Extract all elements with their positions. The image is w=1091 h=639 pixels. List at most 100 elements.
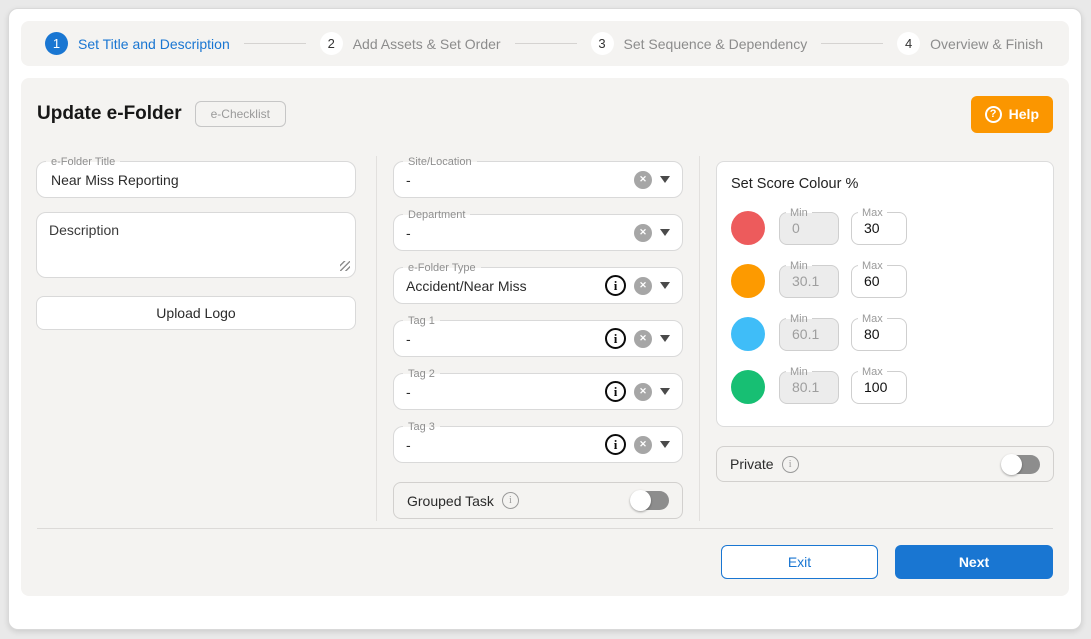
main-card: 1 Set Title and Description 2 Add Assets…: [8, 8, 1082, 630]
grouped-task-toggle[interactable]: [631, 491, 669, 510]
tag2-select[interactable]: Tag 2 - i ✕: [393, 373, 683, 410]
resize-handle-icon[interactable]: [340, 261, 350, 271]
min-input-green: [790, 378, 828, 396]
description-wrap: [36, 212, 356, 278]
min-label: Min: [786, 206, 812, 220]
chevron-down-icon[interactable]: [660, 282, 670, 289]
max-field-orange[interactable]: Max: [851, 265, 907, 298]
min-field-blue: Min: [779, 318, 839, 351]
upload-logo-button[interactable]: Upload Logo: [36, 296, 356, 330]
tag2-label: Tag 2: [403, 367, 440, 381]
chevron-down-icon[interactable]: [660, 229, 670, 236]
clear-icon[interactable]: ✕: [634, 383, 652, 401]
min-field-red: Min: [779, 212, 839, 245]
clear-icon[interactable]: ✕: [634, 330, 652, 348]
efolder-title-field[interactable]: e-Folder Title: [36, 161, 356, 198]
column-classification: Site/Location - ✕ Department - ✕: [377, 151, 699, 520]
clear-icon[interactable]: ✕: [634, 277, 652, 295]
orange-circle-icon: [731, 264, 765, 298]
clear-icon[interactable]: ✕: [634, 436, 652, 454]
step-connector: [244, 43, 306, 44]
next-button[interactable]: Next: [895, 545, 1053, 579]
min-field-green: Min: [779, 371, 839, 404]
step-2-add-assets[interactable]: 2 Add Assets & Set Order: [320, 32, 501, 55]
info-icon[interactable]: i: [605, 328, 626, 349]
toggle-knob: [630, 490, 651, 511]
max-label: Max: [858, 365, 887, 379]
score-colour-panel: Set Score Colour % Min Max: [716, 161, 1054, 427]
step-1-set-title[interactable]: 1 Set Title and Description: [45, 32, 230, 55]
tag3-select[interactable]: Tag 3 - i ✕: [393, 426, 683, 463]
chevron-down-icon[interactable]: [660, 388, 670, 395]
max-input-orange[interactable]: [862, 272, 896, 290]
step-2-label: Add Assets & Set Order: [353, 36, 501, 52]
tag1-label: Tag 1: [403, 314, 440, 328]
clear-icon[interactable]: ✕: [634, 224, 652, 242]
e-checklist-badge[interactable]: e-Checklist: [195, 101, 286, 127]
department-value: -: [406, 225, 634, 241]
max-input-green[interactable]: [862, 378, 896, 396]
min-label: Min: [786, 312, 812, 326]
max-field-blue[interactable]: Max: [851, 318, 907, 351]
tag3-value: -: [406, 437, 605, 453]
tag1-select[interactable]: Tag 1 - i ✕: [393, 320, 683, 357]
max-input-red[interactable]: [862, 219, 896, 237]
column-score-settings: Set Score Colour % Min Max: [700, 151, 1054, 520]
footer-divider: [37, 528, 1053, 529]
department-select[interactable]: Department - ✕: [393, 214, 683, 251]
step-1-number: 1: [45, 32, 68, 55]
help-button[interactable]: ? Help: [971, 96, 1053, 133]
step-connector: [821, 43, 883, 44]
min-input-red: [790, 219, 828, 237]
min-input-blue: [790, 325, 828, 343]
wizard-stepper: 1 Set Title and Description 2 Add Assets…: [21, 21, 1069, 66]
min-input-orange: [790, 272, 828, 290]
green-circle-icon: [731, 370, 765, 404]
max-field-red[interactable]: Max: [851, 212, 907, 245]
max-field-green[interactable]: Max: [851, 371, 907, 404]
info-icon[interactable]: i: [502, 492, 519, 509]
tag3-label: Tag 3: [403, 420, 440, 434]
min-label: Min: [786, 365, 812, 379]
tag1-value: -: [406, 331, 605, 347]
score-row-green: Min Max: [731, 370, 1039, 404]
site-location-label: Site/Location: [403, 155, 477, 169]
score-colour-title: Set Score Colour %: [731, 176, 1039, 192]
clear-icon[interactable]: ✕: [634, 171, 652, 189]
efolder-title-input[interactable]: [49, 171, 343, 189]
step-3-sequence[interactable]: 3 Set Sequence & Dependency: [591, 32, 808, 55]
info-icon[interactable]: i: [782, 456, 799, 473]
chevron-down-icon[interactable]: [660, 441, 670, 448]
exit-button[interactable]: Exit: [721, 545, 878, 579]
form-panel: Update e-Folder e-Checklist ? Help e-Fol…: [21, 78, 1069, 596]
toggle-knob: [1001, 454, 1022, 475]
chevron-down-icon[interactable]: [660, 176, 670, 183]
score-row-blue: Min Max: [731, 317, 1039, 351]
chevron-down-icon[interactable]: [660, 335, 670, 342]
info-icon[interactable]: i: [605, 434, 626, 455]
efolder-type-select[interactable]: e-Folder Type Accident/Near Miss i ✕: [393, 267, 683, 304]
red-circle-icon: [731, 211, 765, 245]
description-textarea[interactable]: [36, 212, 356, 278]
department-label: Department: [403, 208, 470, 222]
info-icon[interactable]: i: [605, 275, 626, 296]
max-input-blue[interactable]: [862, 325, 896, 343]
step-4-overview[interactable]: 4 Overview & Finish: [897, 32, 1043, 55]
max-label: Max: [858, 206, 887, 220]
question-mark-icon: ?: [985, 106, 1002, 123]
grouped-task-label: Grouped Task: [407, 493, 494, 509]
step-3-number: 3: [591, 32, 614, 55]
min-label: Min: [786, 259, 812, 273]
private-row: Private i: [716, 446, 1054, 482]
step-connector: [515, 43, 577, 44]
site-location-select[interactable]: Site/Location - ✕: [393, 161, 683, 198]
help-button-label: Help: [1009, 106, 1039, 122]
viewport: 1 Set Title and Description 2 Add Assets…: [0, 0, 1091, 639]
panel-header: Update e-Folder e-Checklist ? Help: [37, 95, 1053, 133]
private-toggle[interactable]: [1002, 455, 1040, 474]
efolder-title-label: e-Folder Title: [46, 155, 120, 169]
efolder-type-value: Accident/Near Miss: [406, 278, 605, 294]
tag2-value: -: [406, 384, 605, 400]
info-icon[interactable]: i: [605, 381, 626, 402]
max-label: Max: [858, 259, 887, 273]
